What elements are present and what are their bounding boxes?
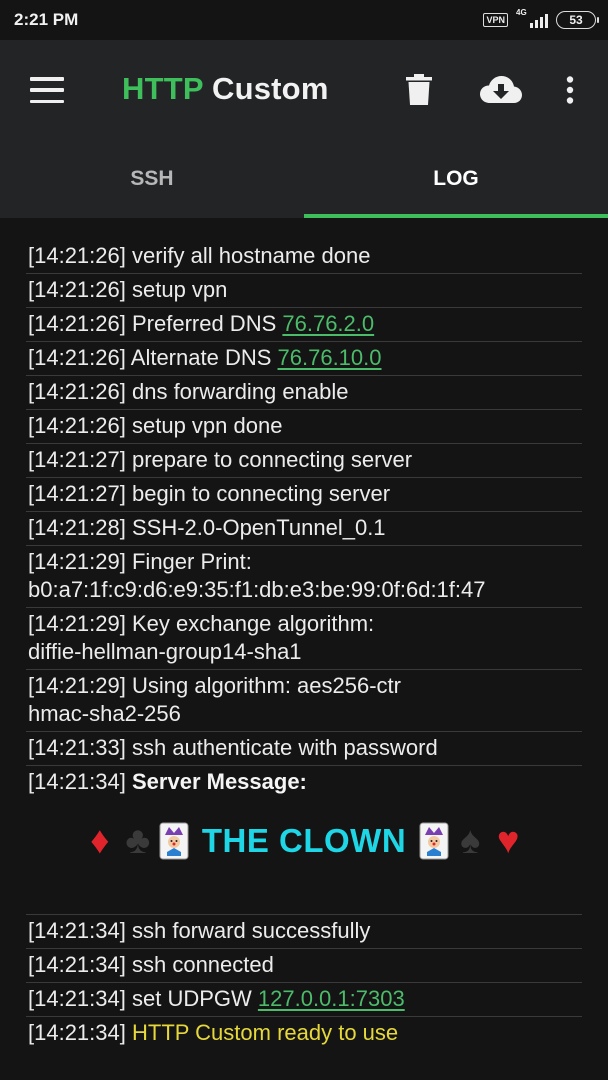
tab-bar: SSH LOG — [0, 140, 608, 218]
log-line: [14:21:34] ssh connected — [26, 949, 582, 983]
log-line: [14:21:26] setup vpn done — [26, 410, 582, 444]
spade-icon: ♠ — [460, 820, 481, 862]
log-line: [14:21:27] begin to connecting server — [26, 478, 582, 512]
status-bar: 2:21 PM VPN 4G 53 — [0, 0, 608, 40]
alternate-dns-link[interactable]: 76.76.10.0 — [278, 345, 382, 370]
diamond-icon: ♦ — [90, 820, 110, 862]
app-title: HTTP Custom — [122, 71, 329, 107]
log-line: [14:21:29] Finger Print: b0:a7:1f:c9:d6:e… — [26, 546, 582, 608]
log-line: [14:21:29] Using algorithm: aes256-ctr hm… — [26, 670, 582, 732]
log-line: [14:21:26] setup vpn — [26, 274, 582, 308]
more-vert-icon[interactable] — [556, 70, 584, 110]
status-time: 2:21 PM — [14, 10, 79, 29]
log-line: [14:21:34] set UDPGW 127.0.0.1:7303 — [26, 983, 582, 1017]
heart-icon: ♥ — [496, 820, 520, 862]
log-list[interactable]: [14:21:26] verify all hostname done [14:… — [26, 240, 582, 1050]
joker-icon — [158, 821, 190, 861]
vpn-icon: VPN — [483, 13, 508, 27]
battery-icon: 53 — [556, 11, 599, 29]
log-line: [14:21:33] ssh authenticate with passwor… — [26, 732, 582, 766]
club-icon: ♣ — [125, 820, 151, 862]
server-message-text: THE CLOWN — [201, 822, 407, 859]
log-line: [14:21:26] Alternate DNS 76.76.10.0 — [26, 342, 582, 376]
ready-message: HTTP Custom ready to use — [132, 1020, 399, 1045]
log-line: [14:21:26] verify all hostname done — [26, 240, 582, 274]
cloud-download-icon[interactable] — [476, 70, 526, 110]
menu-icon[interactable] — [30, 77, 64, 103]
log-line: [14:21:27] prepare to connecting server — [26, 444, 582, 478]
app-title-http: HTTP — [122, 71, 204, 106]
tab-log[interactable]: LOG — [304, 140, 608, 218]
log-line: [14:21:34] ssh forward successfully — [26, 915, 582, 949]
app-bar: HTTP Custom — [0, 40, 608, 140]
preferred-dns-link[interactable]: 76.76.2.0 — [282, 311, 374, 336]
log-line: [14:21:29] Key exchange algorithm: diffie… — [26, 608, 582, 670]
log-line: [14:21:28] SSH-2.0-OpenTunnel_0.1 — [26, 512, 582, 546]
log-line: [14:21:34] Server Message: — [28, 769, 307, 794]
tab-ssh[interactable]: SSH — [0, 140, 304, 218]
status-icons: VPN 4G 53 — [483, 8, 599, 29]
udpgw-link[interactable]: 127.0.0.1:7303 — [258, 986, 405, 1011]
network-type: 4G — [516, 8, 527, 17]
app-title-custom: Custom — [203, 71, 329, 106]
log-line: [14:21:26] dns forwarding enable — [26, 376, 582, 410]
server-message-label: Server Message: — [132, 769, 307, 794]
signal-icon: 4G — [516, 8, 548, 28]
server-message: ♦ ♣ THE CLOWN ♠ ♥ — [26, 799, 582, 915]
trash-icon[interactable] — [402, 70, 436, 110]
log-line: [14:21:26] Preferred DNS 76.76.2.0 — [26, 308, 582, 342]
joker-icon — [418, 821, 450, 861]
log-line: [14:21:34] HTTP Custom ready to use — [28, 1020, 399, 1045]
tab-indicator — [304, 214, 608, 218]
battery-level: 53 — [569, 13, 583, 27]
